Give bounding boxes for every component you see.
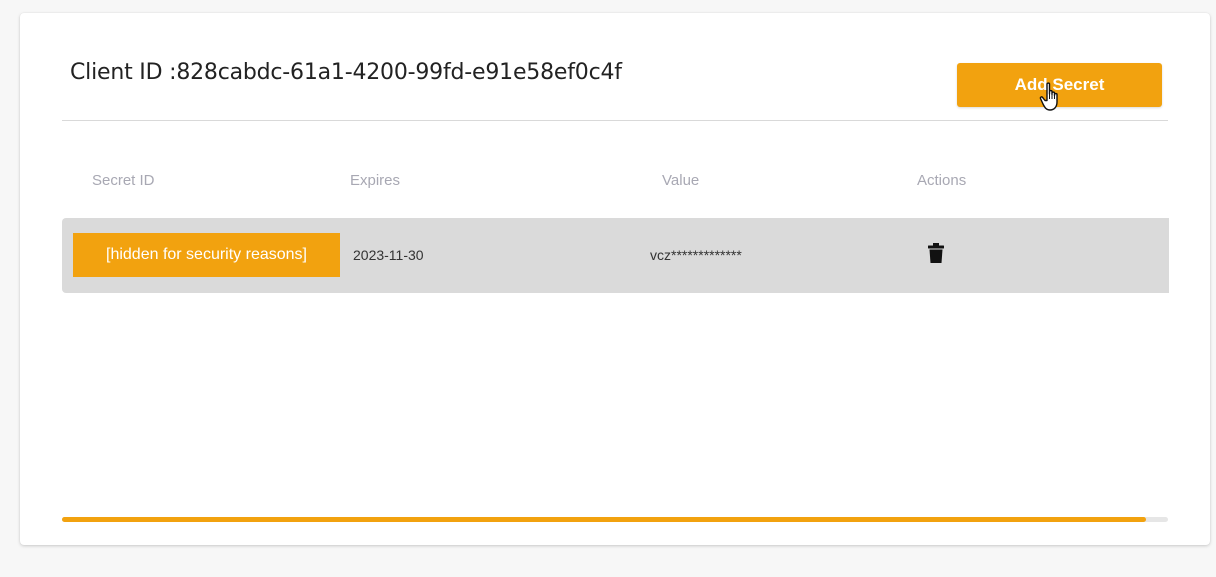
column-header-value: Value — [662, 172, 700, 189]
header-divider — [62, 120, 1168, 121]
value-cell: vcz************* — [650, 247, 742, 263]
column-header-expires: Expires — [350, 172, 401, 189]
secret-id-hidden-badge: [hidden for security reasons] — [73, 233, 340, 277]
page-title: Client ID :828cabdc-61a1-4200-99fd-e91e5… — [70, 60, 622, 85]
add-secret-button[interactable]: Add Secret — [957, 63, 1162, 107]
expires-cell: 2023-11-30 — [353, 247, 424, 263]
progress-bar — [62, 517, 1168, 522]
progress-bar-fill — [62, 517, 1146, 522]
trash-icon[interactable] — [928, 240, 944, 266]
column-header-actions: Actions — [917, 172, 967, 189]
table-row: [hidden for security reasons] 2023-11-30… — [62, 218, 1169, 293]
column-header-secret-id: Secret ID — [92, 172, 155, 189]
